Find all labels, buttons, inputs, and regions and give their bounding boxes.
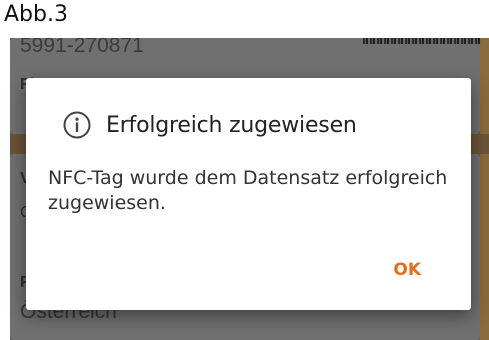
dialog-header: Erfolgreich zugewiesen (62, 110, 357, 140)
dialog-message: NFC-Tag wurde dem Datensatz erfolgreich … (48, 167, 448, 214)
ok-button[interactable]: OK (393, 260, 421, 280)
record-number: 5991-270871 (20, 38, 144, 57)
card-edge (480, 154, 489, 340)
barcode-image (363, 38, 481, 44)
figure-caption: Abb.3 (4, 2, 68, 27)
dialog-title: Erfolgreich zugewiesen (106, 112, 357, 138)
card-edge (480, 38, 489, 134)
success-dialog: Erfolgreich zugewiesen NFC-Tag wurde dem… (26, 78, 471, 310)
info-icon (63, 111, 91, 139)
